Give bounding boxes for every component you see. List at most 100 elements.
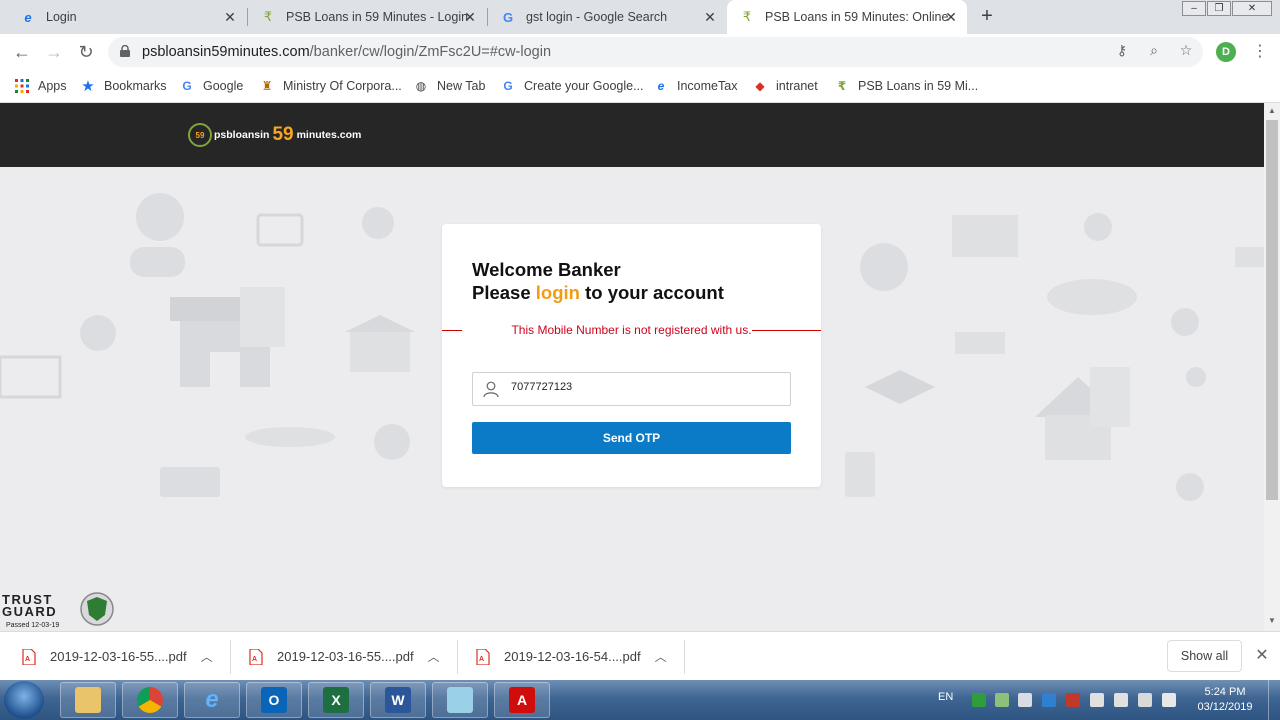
address-bar[interactable]: psbloansin59minutes.com/banker/cw/login/… [108, 37, 1203, 67]
acrobat-icon: A [509, 687, 535, 713]
chevron-up-icon[interactable]: ︿ [655, 648, 667, 665]
page-scrollbar[interactable]: ▲ ▼ [1264, 103, 1280, 631]
ie-icon: e [205, 686, 219, 713]
outlook-icon: O [261, 687, 287, 713]
globe-icon: ◍ [415, 79, 427, 93]
logo-badge-icon: 59 [188, 123, 212, 147]
tray-network-icon[interactable] [1138, 693, 1152, 707]
bookmark-incometax[interactable]: e IncomeTax [653, 77, 738, 95]
taskbar-outlook[interactable]: O [246, 682, 302, 718]
reload-button[interactable]: ↻ [76, 42, 96, 62]
bookmark-bookmarks[interactable]: ★ Bookmarks [80, 77, 166, 95]
minimize-button[interactable]: – [1182, 1, 1206, 16]
close-icon[interactable]: ✕ [222, 9, 238, 25]
volume-icon[interactable] [1090, 693, 1104, 707]
avatar[interactable]: D [1216, 42, 1236, 62]
scroll-down-icon[interactable]: ▼ [1268, 617, 1276, 625]
back-button[interactable]: ← [12, 42, 32, 62]
key-icon[interactable]: ⚷ [1114, 42, 1130, 58]
taskbar-explorer[interactable] [60, 682, 116, 718]
pdf-file-icon: A [249, 648, 263, 665]
mobile-number-field[interactable] [472, 372, 791, 406]
menu-icon[interactable]: ⋮ [1252, 42, 1268, 62]
chevron-up-icon[interactable]: ︿ [201, 648, 213, 665]
lock-icon [120, 45, 130, 57]
bookmark-intranet[interactable]: ◆ intranet [752, 77, 817, 95]
download-item[interactable]: A 2019-12-03-16-55....pdf ︿ [22, 632, 213, 681]
tray-network-status-icon[interactable] [995, 693, 1009, 707]
url-path: /banker/cw/login/ZmFsc2U=#cw-login [309, 44, 552, 60]
restore-button[interactable]: ❐ [1207, 1, 1231, 16]
login-card: Welcome Banker Please login to your acco… [442, 224, 821, 487]
download-divider [684, 640, 685, 674]
bookmark-google[interactable]: G Google [179, 77, 243, 95]
site-logo[interactable]: 59 psbloansin 59 minutes.com [188, 120, 361, 150]
browser-toolbar: ← → ↻ psbloansin59minutes.com/banker/cw/… [0, 34, 1280, 70]
close-icon[interactable]: ✕ [462, 9, 478, 25]
bookmark-label: Create your Google... [524, 79, 644, 93]
close-icon[interactable]: ✕ [1254, 648, 1270, 664]
taskbar: e O X W A EN 5:24 PM 03/12/2019 [0, 680, 1280, 720]
download-filename: 2019-12-03-16-55....pdf [277, 649, 414, 664]
bookmark-new-tab[interactable]: ◍ New Tab [413, 77, 486, 95]
taskbar-notepad[interactable] [432, 682, 488, 718]
chevron-up-icon[interactable]: ︿ [428, 648, 440, 665]
tab-title: PSB Loans in 59 Minutes - Login [286, 10, 469, 24]
tab-psb-login[interactable]: ₹ PSB Loans in 59 Minutes - Login ✕ [248, 0, 486, 34]
tab-psb-online[interactable]: ₹ PSB Loans in 59 Minutes: Online ✕ [727, 0, 967, 34]
clock-time: 5:24 PM [1204, 686, 1246, 698]
system-clock[interactable]: 5:24 PM 03/12/2019 [1190, 685, 1260, 715]
zoom-icon[interactable]: ⌕ [1146, 42, 1162, 58]
bookmark-psb[interactable]: ₹ PSB Loans in 59 Mi... [834, 77, 978, 95]
notepad-icon [447, 687, 473, 713]
send-otp-button[interactable]: Send OTP [472, 422, 791, 454]
window-close-button[interactable]: ✕ [1232, 1, 1272, 16]
show-all-downloads-button[interactable]: Show all [1167, 640, 1242, 672]
tray-outlook-icon[interactable] [1042, 693, 1056, 707]
show-desktop-button[interactable] [1268, 680, 1280, 720]
taskbar-word[interactable]: W [370, 682, 426, 718]
taskbar-ie[interactable]: e [184, 682, 240, 718]
taskbar-chrome[interactable] [122, 682, 178, 718]
bookmark-create-google[interactable]: G Create your Google... [500, 77, 644, 95]
mobile-number-input[interactable] [511, 381, 781, 393]
trust-guard-seal[interactable]: TRUST GUARD Passed 12-03-19 [0, 589, 120, 631]
psb-icon: ₹ [263, 9, 273, 24]
bookmark-apps[interactable]: Apps [14, 77, 67, 95]
tab-login[interactable]: e Login ✕ [8, 0, 246, 34]
scroll-up-icon[interactable]: ▲ [1268, 107, 1276, 115]
tray-flag-icon[interactable] [1066, 693, 1080, 707]
forward-button[interactable]: → [44, 42, 64, 62]
tray-app-icon[interactable] [972, 693, 986, 707]
close-icon[interactable]: ✕ [943, 9, 959, 25]
taskbar-acrobat[interactable]: A [494, 682, 550, 718]
welcome-line: Welcome Banker [472, 259, 621, 280]
error-divider-right [752, 330, 821, 331]
start-button[interactable] [4, 681, 44, 719]
google-icon: G [182, 79, 192, 93]
downloads-bar: A 2019-12-03-16-55....pdf ︿ A 2019-12-03… [0, 631, 1280, 680]
prompt-prefix: Please [472, 282, 536, 303]
tab-gst-search[interactable]: G gst login - Google Search ✕ [488, 0, 726, 34]
download-divider [230, 640, 231, 674]
download-filename: 2019-12-03-16-55....pdf [50, 649, 187, 664]
bookmark-ministry[interactable]: ♜ Ministry Of Corpora... [259, 77, 402, 95]
tray-printer-icon[interactable] [1018, 693, 1032, 707]
new-tab-button[interactable]: + [977, 6, 997, 26]
pdf-file-icon: A [22, 648, 36, 665]
login-heading: Welcome Banker Please login to your acco… [472, 258, 724, 304]
close-icon[interactable]: ✕ [702, 9, 718, 25]
download-item[interactable]: A 2019-12-03-16-55....pdf ︿ [249, 632, 440, 681]
language-indicator[interactable]: EN [938, 691, 953, 703]
logo-number: 59 [272, 124, 294, 145]
tray-alert-icon[interactable] [1162, 693, 1176, 707]
tray-device-icon[interactable] [1114, 693, 1128, 707]
scroll-thumb[interactable] [1266, 120, 1278, 500]
download-item[interactable]: A 2019-12-03-16-54....pdf ︿ [476, 632, 667, 681]
bookmark-star-icon[interactable]: ☆ [1178, 42, 1194, 58]
bookmark-label: Google [203, 79, 244, 93]
taskbar-excel[interactable]: X [308, 682, 364, 718]
explorer-icon [75, 687, 101, 713]
trust-passed: Passed 12-03-19 [6, 622, 59, 629]
tab-title: gst login - Google Search [526, 10, 668, 24]
